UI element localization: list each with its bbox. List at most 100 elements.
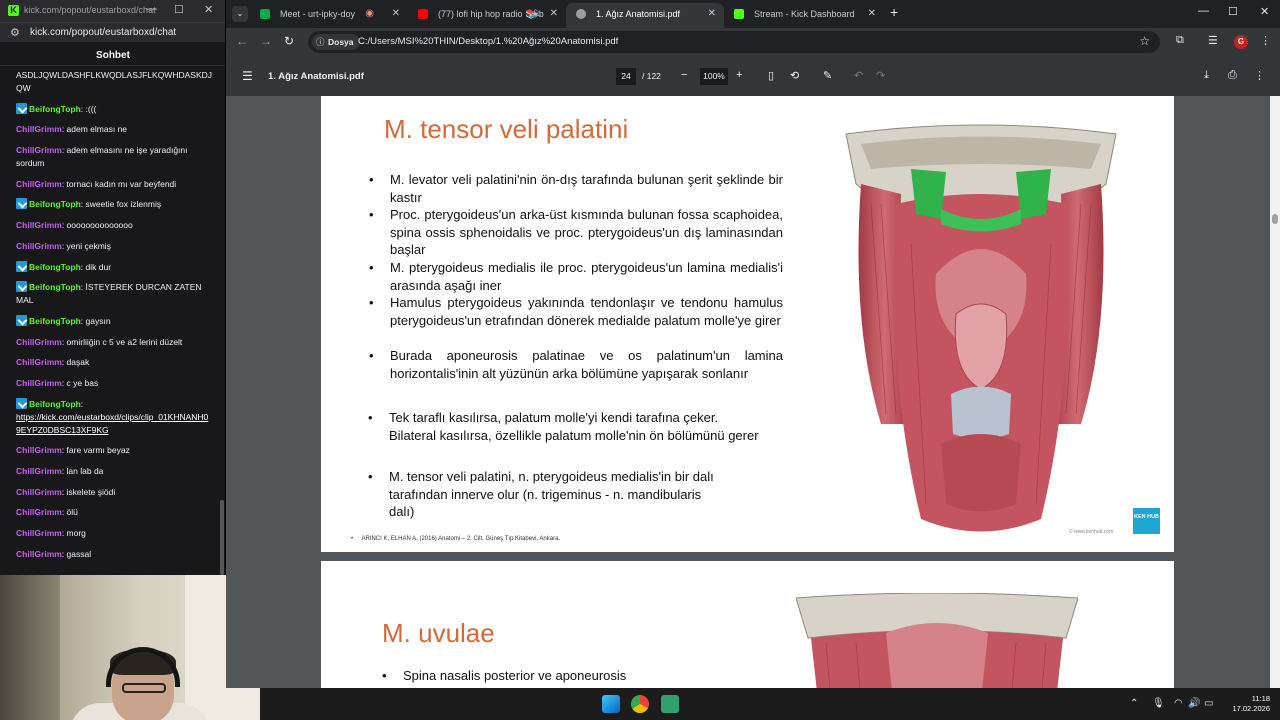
- chat-address-url[interactable]: kick.com/popout/eustarboxd/chat: [30, 27, 176, 38]
- zoom-input[interactable]: 100%: [700, 68, 728, 85]
- chat-username[interactable]: BeifongToph: [29, 399, 81, 409]
- minimize-icon[interactable]: —: [146, 3, 157, 15]
- tab-search-icon[interactable]: ⌄: [232, 6, 248, 22]
- chat-message-list[interactable]: ASDLJQWLDASHFLKWQDLASJFLKQWHDASKDJQW Beif…: [0, 67, 220, 575]
- system-clock[interactable]: 11:18 17.02.2026: [1232, 694, 1270, 714]
- chat-message: ChillGrimm: daşak: [16, 357, 90, 368]
- pdf-filename: 1. Ağız Anatomisi.pdf: [268, 71, 364, 82]
- chat-message-text: sweetie fox izlenmiş: [85, 199, 162, 210]
- chat-username[interactable]: ChillGrimm: [16, 357, 62, 367]
- chrome-icon[interactable]: [631, 695, 649, 713]
- chat-username[interactable]: BeifongToph: [29, 282, 81, 292]
- chat-username[interactable]: ChillGrimm: [16, 241, 62, 251]
- forward-button[interactable]: →: [260, 34, 272, 48]
- tab-kick-dashboard[interactable]: Stream - Kick Dashboard ✕: [724, 3, 884, 28]
- chat-username[interactable]: ChillGrimm: [16, 124, 62, 134]
- tab-youtube[interactable]: (77) lofi hip hop radio 📚 b 🔈 ✕: [408, 3, 566, 28]
- tab-close-icon[interactable]: ✕: [868, 3, 876, 25]
- close-icon[interactable]: ✕: [204, 3, 213, 16]
- chat-message: BeifongToph: sweetie fox izlenmiş: [16, 198, 212, 211]
- undo-icon[interactable]: ↶: [854, 69, 863, 82]
- back-button[interactable]: ←: [236, 34, 248, 48]
- tab-list-icon[interactable]: ☰: [1208, 34, 1218, 47]
- kebab-menu-icon[interactable]: ⋮: [1260, 34, 1271, 47]
- site-info-chip[interactable]: Dosya: [312, 34, 360, 50]
- page-number-input[interactable]: 24: [616, 68, 636, 85]
- chat-username[interactable]: ChillGrimm: [16, 549, 62, 559]
- app-icon[interactable]: [661, 695, 679, 713]
- pdf-viewer[interactable]: M. tensor veli palatini • M. levator veli…: [226, 96, 1270, 688]
- chat-username[interactable]: ChillGrimm: [16, 487, 62, 497]
- more-options-icon[interactable]: ⋮: [1254, 69, 1265, 82]
- chat-username[interactable]: ChillGrimm: [16, 445, 62, 455]
- redo-icon[interactable]: ↷: [876, 69, 885, 82]
- chat-username[interactable]: BeifongToph: [29, 104, 81, 114]
- bookmark-star-icon[interactable]: ☆: [1139, 34, 1150, 48]
- chat-message: BeifongToph: dik dur: [16, 260, 212, 274]
- kenhub-credit: © www.kenhub.com: [1069, 529, 1114, 535]
- chat-username[interactable]: BeifongToph: [29, 199, 81, 209]
- chat-username[interactable]: ChillGrimm: [16, 220, 62, 230]
- pdf-scrollbar[interactable]: [1270, 96, 1280, 688]
- chat-message-text: gassal: [66, 548, 92, 559]
- profile-avatar[interactable]: G: [1234, 35, 1248, 49]
- close-icon[interactable]: ✕: [1260, 5, 1269, 18]
- minimize-icon[interactable]: —: [1198, 5, 1209, 17]
- tab-close-icon[interactable]: ✕: [708, 3, 716, 25]
- address-bar[interactable]: Dosya C:/Users/MSI%20THIN/Desktop/1.%20A…: [308, 31, 1160, 53]
- tab-label: Meet - urt-ipky-doy: [280, 9, 356, 19]
- chat-username[interactable]: BeifongToph: [29, 262, 81, 272]
- chat-username[interactable]: ChillGrimm: [16, 378, 62, 388]
- clock-date: 17.02.2026: [1232, 704, 1270, 713]
- microphone-icon[interactable]: 🎙: [1152, 698, 1165, 709]
- chat-username[interactable]: ChillGrimm: [16, 337, 62, 347]
- new-tab-button[interactable]: +: [890, 4, 898, 20]
- tab-pdf[interactable]: 1. Ağız Anatomisi.pdf ✕: [566, 3, 724, 28]
- reload-button[interactable]: ↻: [284, 34, 294, 48]
- tab-label: 1. Ağız Anatomisi.pdf: [596, 9, 681, 19]
- bullet-text: Hamulus pterygoideus yakınında tendonlaş…: [390, 295, 783, 328]
- pdf-page: M. uvulae • Spina nasalis posterior ve ap…: [321, 561, 1174, 688]
- chat-message: ChillGrimm: adem elması ne: [16, 124, 128, 135]
- chat-username[interactable]: ChillGrimm: [16, 466, 62, 476]
- chat-scrollbar[interactable]: [220, 500, 224, 575]
- chat-message: ChillGrimm: ölü: [16, 507, 78, 518]
- chat-username[interactable]: ChillGrimm: [16, 528, 62, 538]
- address-url[interactable]: C:/Users/MSI%20THIN/Desktop/1.%20Ağız%20…: [358, 36, 618, 47]
- extensions-icon[interactable]: ⧉: [1176, 34, 1184, 47]
- tab-close-icon[interactable]: ✕: [550, 3, 558, 25]
- windows-start-icon[interactable]: [602, 695, 620, 713]
- tray-overflow-icon[interactable]: ⌃: [1130, 698, 1138, 709]
- chat-message: ASDLJQWLDASHFLKWQDLASJFLKQWHDASKDJQW: [16, 69, 212, 95]
- maximize-icon[interactable]: ☐: [1228, 5, 1238, 18]
- chat-username[interactable]: ChillGrimm: [16, 145, 62, 155]
- tab-meet[interactable]: Meet - urt-ipky-doy ◉ ✕: [250, 3, 408, 28]
- chat-username[interactable]: ChillGrimm: [16, 507, 62, 517]
- fit-page-icon[interactable]: ▯: [768, 69, 774, 82]
- zoom-out-icon[interactable]: −: [681, 69, 687, 81]
- chat-popup-window: K kick.com/popout/eustarboxd/chat — ☐ ✕ …: [0, 0, 226, 575]
- chat-username[interactable]: ChillGrimm: [16, 179, 62, 189]
- slide-title: M. tensor veli palatini: [384, 114, 629, 144]
- site-settings-icon[interactable]: ⚙: [10, 26, 20, 39]
- chat-username[interactable]: BeifongToph: [29, 316, 81, 326]
- chat-link[interactable]: https://kick.com/eustarboxd/clips/clip_0…: [16, 412, 208, 435]
- volume-icon[interactable]: 🔊: [1188, 698, 1200, 709]
- chat-message: ChillGrimm: yeni çekmiş: [16, 240, 111, 251]
- rotate-icon[interactable]: ⟲: [790, 69, 799, 82]
- download-icon[interactable]: ⤓: [1204, 69, 1209, 82]
- tab-close-icon[interactable]: ✕: [392, 3, 400, 25]
- annotate-icon[interactable]: ✎: [823, 69, 832, 82]
- verified-badge-icon: [16, 314, 27, 326]
- wifi-icon[interactable]: ◠: [1174, 698, 1183, 709]
- chat-message: BeifongToph: İSTEYEREK DURCAN ZATEN MAL: [16, 281, 202, 306]
- print-icon[interactable]: ⎙: [1228, 69, 1237, 82]
- audio-icon[interactable]: 🔈: [532, 3, 544, 25]
- battery-icon[interactable]: ▭: [1204, 698, 1213, 709]
- scrollbar-thumb[interactable]: [1272, 214, 1278, 224]
- browser-toolbar: ← → ↻ Dosya C:/Users/MSI%20THIN/Desktop/…: [226, 28, 1280, 56]
- menu-icon[interactable]: ☰: [242, 69, 253, 83]
- anatomy-illustration-uvula: [796, 593, 1078, 688]
- maximize-icon[interactable]: ☐: [174, 3, 184, 16]
- zoom-in-icon[interactable]: +: [736, 69, 742, 81]
